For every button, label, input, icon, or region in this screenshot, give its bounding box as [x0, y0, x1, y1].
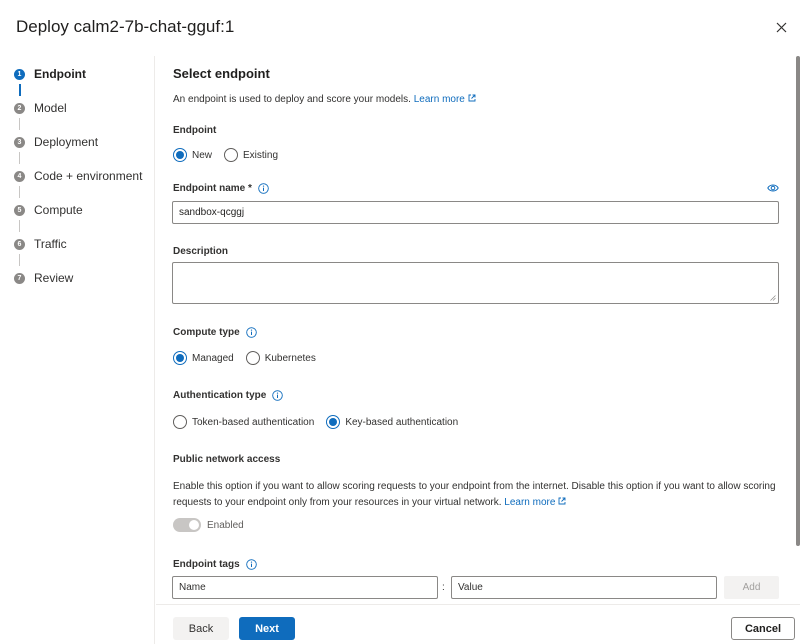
description-text: An endpoint is used to deploy and score …	[173, 94, 411, 105]
network-access-description: Enable this option if you want to allow …	[173, 479, 783, 511]
required-mark: *	[248, 183, 252, 194]
radio-managed[interactable]: Managed	[173, 351, 234, 365]
step-number: 2	[14, 102, 25, 114]
learn-more-link[interactable]: Learn more	[414, 94, 476, 105]
section-title: Select endpoint	[173, 66, 270, 81]
step-number: 1	[14, 68, 25, 80]
step-number: 6	[14, 238, 25, 250]
info-icon[interactable]	[258, 183, 269, 194]
step-connector	[19, 220, 20, 232]
toggle-knob	[189, 520, 199, 530]
radio-indicator	[224, 148, 239, 162]
label-text: Endpoint name	[173, 183, 246, 194]
endpoint-label: Endpoint	[173, 125, 217, 136]
network-access-label: Public network access	[173, 454, 281, 465]
auth-radio-group: Token-based authentication Key-based aut…	[173, 415, 470, 429]
step-label: Traffic	[34, 237, 67, 251]
endpoint-name-label: Endpoint name *	[173, 183, 269, 194]
external-link-icon	[558, 497, 566, 505]
step-connector	[18, 84, 21, 96]
dialog-title: Deploy calm2-7b-chat-gguf:1	[16, 17, 235, 36]
tag-separator: :	[442, 582, 445, 593]
dialog-header: Deploy calm2-7b-chat-gguf:1	[0, 0, 800, 56]
radio-label: New	[192, 149, 213, 161]
info-icon[interactable]	[272, 390, 284, 401]
step-number: 5	[14, 204, 25, 216]
endpoint-tags-label: Endpoint tags	[173, 559, 257, 570]
step-connector	[19, 118, 20, 130]
radio-indicator	[245, 351, 260, 365]
toggle-label: Enabled	[207, 519, 244, 531]
add-tag-button[interactable]: Add	[724, 576, 779, 599]
resize-grip-icon[interactable]	[770, 295, 776, 301]
radio-label: Managed	[192, 352, 234, 364]
step-connector	[19, 152, 20, 164]
content-scrollbar[interactable]	[796, 56, 800, 546]
radio-label: Existing	[243, 149, 279, 161]
radio-token-auth[interactable]: Token-based authentication	[173, 415, 314, 429]
step-number: 3	[14, 136, 25, 148]
description-label: Description	[173, 246, 229, 257]
info-icon[interactable]	[245, 559, 257, 570]
step-endpoint[interactable]: 1 Endpoint	[14, 64, 86, 84]
tag-name-input[interactable]: Name	[172, 576, 438, 599]
back-button[interactable]: Back	[173, 617, 229, 640]
step-label: Compute	[34, 203, 83, 217]
description-textarea[interactable]	[172, 262, 779, 304]
step-label: Endpoint	[34, 67, 86, 81]
network-text-line: requests to your endpoint only from your…	[173, 495, 783, 511]
close-icon	[776, 22, 786, 32]
radio-existing[interactable]: Existing	[224, 148, 278, 162]
radio-indicator	[326, 415, 341, 429]
radio-label: Key-based authentication	[345, 416, 459, 428]
step-connector	[19, 186, 20, 198]
close-button[interactable]	[770, 16, 792, 38]
info-icon[interactable]	[245, 327, 257, 338]
radio-kubernetes[interactable]: Kubernetes	[245, 351, 316, 365]
dialog-footer: Back Next Cancel	[156, 604, 800, 644]
cancel-button[interactable]: Cancel	[731, 617, 795, 640]
step-label: Review	[34, 271, 74, 285]
compute-type-label: Compute type	[173, 327, 257, 338]
label-text: Authentication type	[173, 390, 267, 401]
wizard-stepper: 1 Endpoint 2 Model 3 Deployment 4 Code +…	[0, 56, 155, 644]
step-code-environment[interactable]: 4 Code + environment	[14, 166, 142, 186]
step-number: 4	[14, 170, 25, 182]
radio-indicator	[173, 415, 187, 429]
compute-radio-group: Managed Kubernetes	[173, 351, 328, 365]
step-traffic[interactable]: 6 Traffic	[14, 234, 67, 254]
step-label: Deployment	[34, 135, 99, 149]
step-deployment[interactable]: 3 Deployment	[14, 132, 98, 152]
endpoint-form: Select endpoint An endpoint is used to d…	[156, 56, 796, 604]
step-model[interactable]: 2 Model	[14, 98, 67, 118]
radio-label: Kubernetes	[264, 352, 316, 364]
step-number: 7	[14, 272, 25, 284]
toggle-track	[173, 518, 201, 532]
label-text: Endpoint tags	[173, 559, 240, 570]
label-text: Compute type	[173, 327, 240, 338]
network-learn-more-link[interactable]: Learn more	[504, 497, 566, 508]
eye-icon[interactable]	[767, 183, 779, 193]
external-link-icon	[468, 94, 476, 102]
network-access-toggle[interactable]: Enabled	[173, 518, 244, 532]
step-review[interactable]: 7 Review	[14, 268, 73, 288]
radio-label: Token-based authentication	[192, 416, 315, 428]
tag-value-input[interactable]: Value	[451, 576, 717, 599]
step-compute[interactable]: 5 Compute	[14, 200, 83, 220]
step-label: Code + environment	[34, 169, 143, 183]
next-button[interactable]: Next	[239, 617, 295, 640]
endpoint-name-input[interactable]: sandbox-qcggj	[172, 201, 779, 224]
radio-indicator	[173, 148, 187, 162]
step-connector	[19, 254, 20, 266]
radio-key-auth[interactable]: Key-based authentication	[326, 415, 458, 429]
radio-new[interactable]: New	[173, 148, 212, 162]
step-label: Model	[34, 101, 67, 115]
endpoint-radio-group: New Existing	[173, 148, 290, 162]
radio-indicator	[173, 351, 187, 365]
auth-type-label: Authentication type	[173, 390, 284, 401]
network-text-line: Enable this option if you want to allow …	[173, 481, 776, 492]
section-description: An endpoint is used to deploy and score …	[173, 92, 476, 108]
